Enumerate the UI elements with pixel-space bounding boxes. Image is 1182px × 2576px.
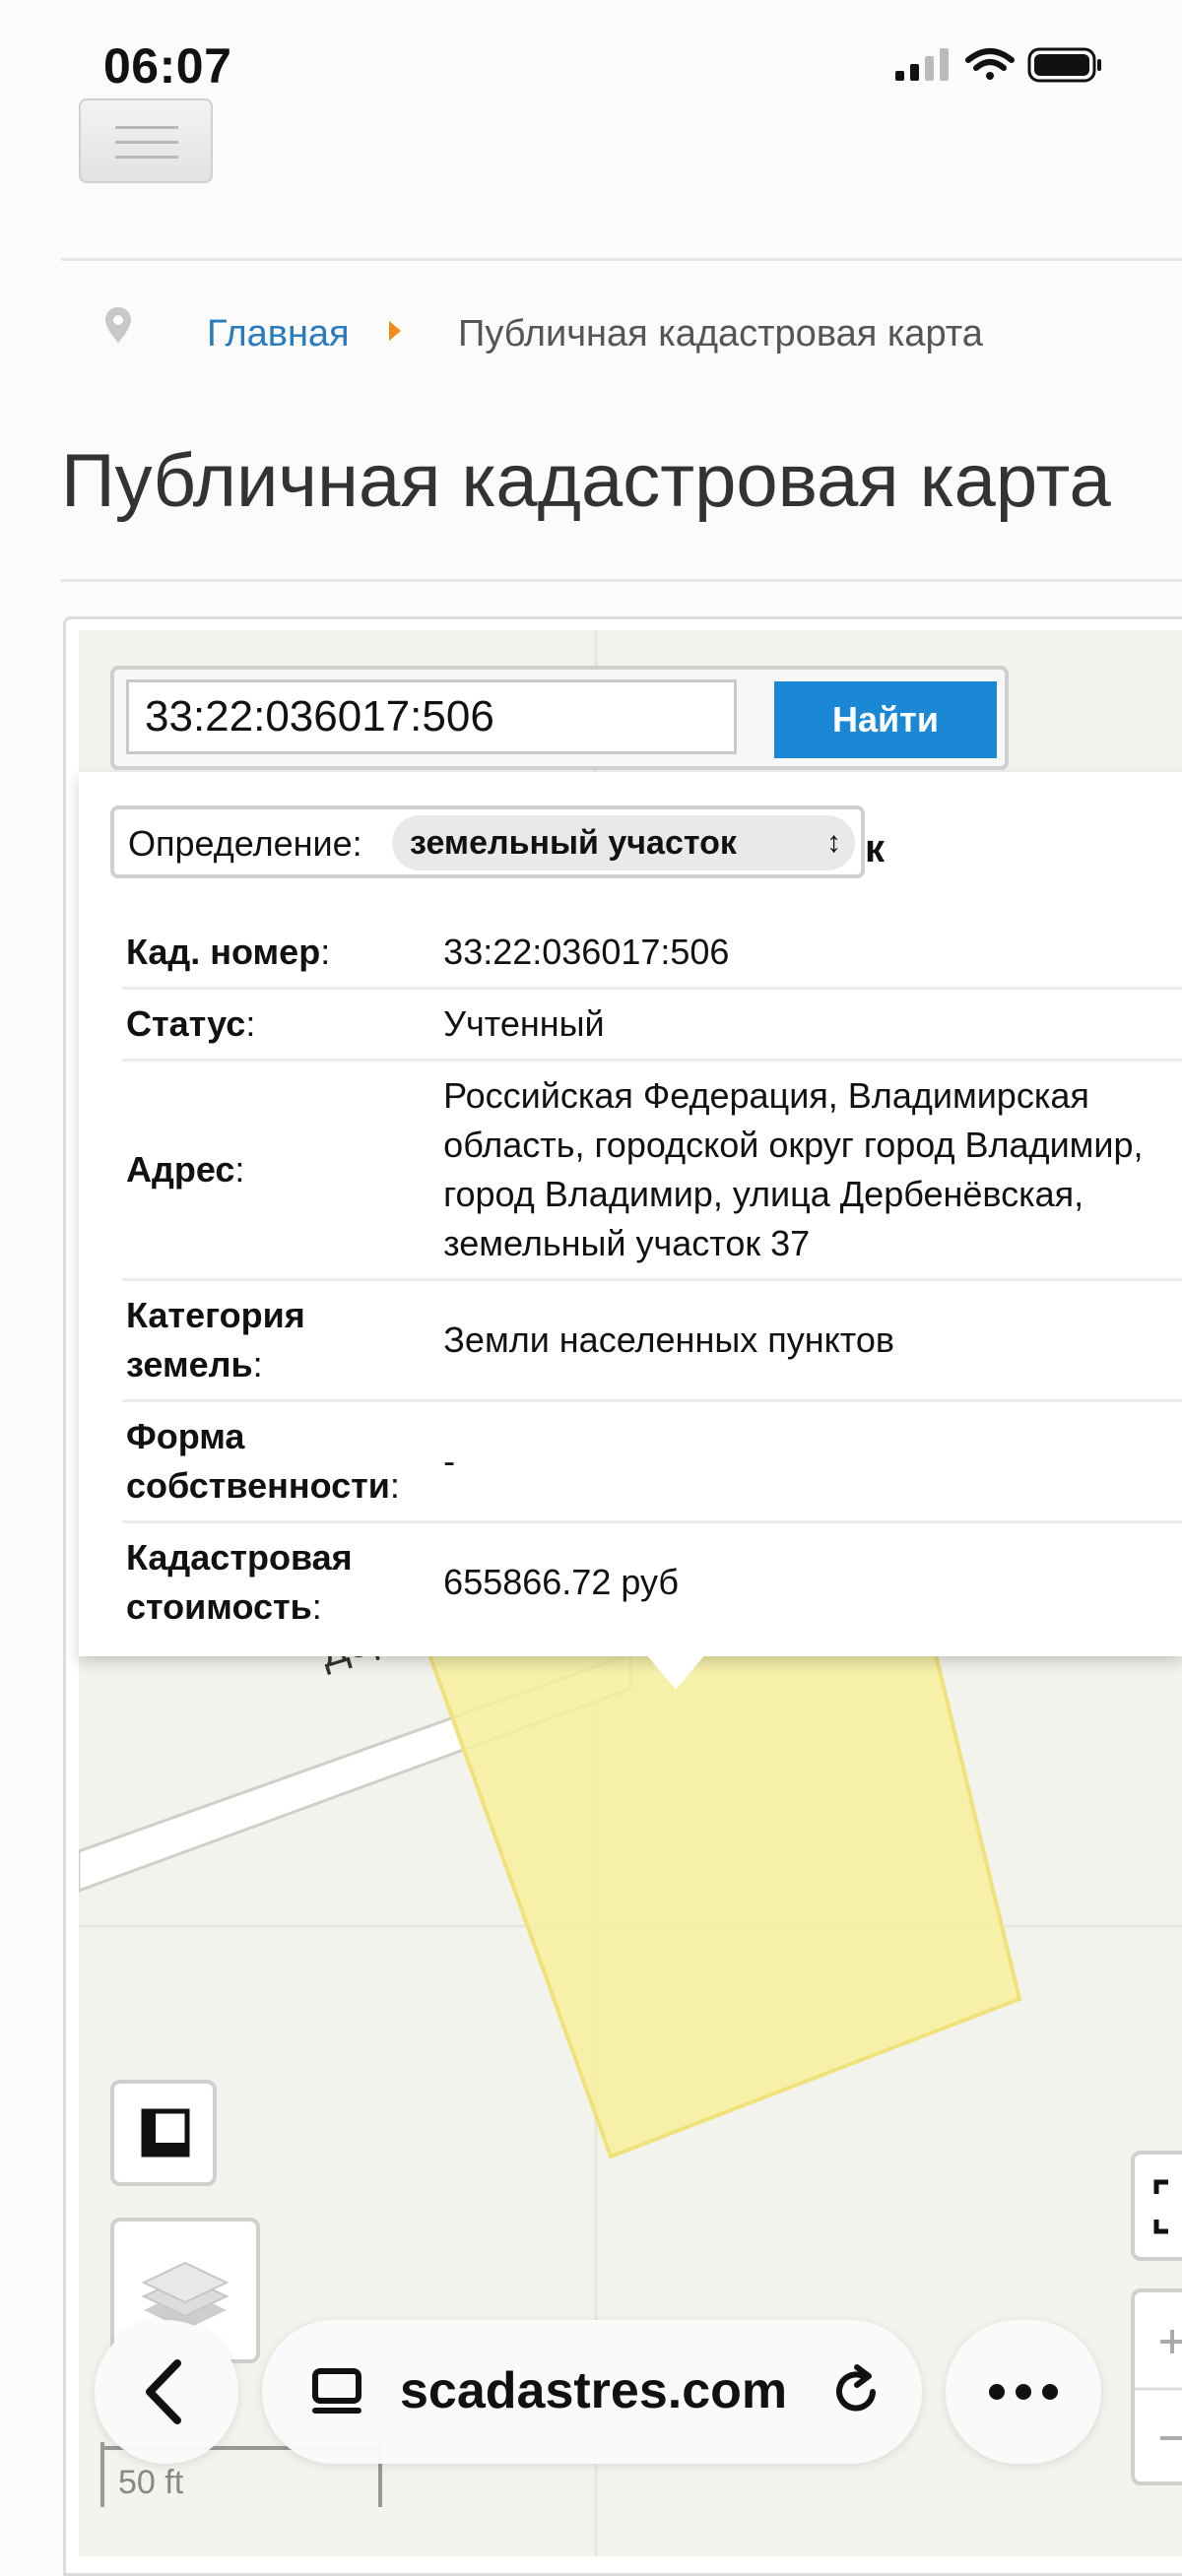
breadcrumb-home-link[interactable]: Главная: [207, 313, 350, 355]
table-row: Форма собственности: -: [122, 1400, 1182, 1523]
attr-key-address: Адрес: [126, 1149, 235, 1190]
fullscreen-icon: [1153, 2179, 1168, 2234]
breadcrumb-current: Публичная кадастровая карта: [458, 313, 983, 354]
table-row: Статус: Учтенный: [122, 988, 1182, 1062]
select-chevron-icon: ↕: [826, 826, 841, 859]
attr-key-cad-number: Кад. номер: [126, 932, 321, 972]
location-pin-icon: [105, 307, 131, 343]
table-row: Кад. номер: 33:22:036017:506: [122, 918, 1182, 990]
ruler-icon: [141, 2108, 190, 2157]
battery-icon: [1027, 47, 1101, 83]
definition-selector: Определение: земельный участок ↕: [110, 805, 865, 878]
breadcrumb-arrow-icon: [389, 321, 401, 341]
status-icons: [891, 45, 1108, 90]
back-button[interactable]: [95, 2320, 238, 2464]
attr-value-land-category: Земли населенных пунктов: [429, 1279, 1182, 1402]
table-row: Адрес: Российская Федерация, Владимирска…: [122, 1060, 1182, 1281]
popup-pointer: [646, 1654, 705, 1690]
header-divider: [61, 258, 1182, 261]
more-button[interactable]: [946, 2320, 1101, 2464]
attr-value-address: Российская Федерация, Владимирская облас…: [429, 1060, 1182, 1281]
ruler-button[interactable]: [110, 2080, 217, 2186]
zoom-control[interactable]: [1131, 2288, 1182, 2485]
table-row: Кадастровая стоимость: 655866.72 руб: [122, 1522, 1182, 1642]
attr-value-status: Учтенный: [429, 988, 1182, 1062]
wifi-icon: [965, 48, 1015, 80]
chevron-left-icon: [146, 2359, 181, 2424]
attr-key-ownership-form: Форма собственности: [126, 1416, 390, 1506]
status-time: 06:07: [103, 38, 232, 94]
breadcrumb: Главная Публичная кадастровая карта: [103, 305, 1182, 364]
zoom-in-icon: [1160, 2330, 1182, 2353]
definition-label: Определение:: [128, 823, 362, 864]
definition-select[interactable]: земельный участок ↕: [392, 815, 855, 870]
page-title: Публичная кадастровая карта: [61, 439, 1111, 523]
attr-value-cadastral-value: 655866.72 руб: [443, 1562, 679, 1602]
cellular-signal-icon: [895, 48, 949, 81]
title-divider: [61, 579, 1182, 582]
land-parcel: [427, 1652, 1022, 2159]
page-menu-icon: [312, 2368, 361, 2414]
fullscreen-button[interactable]: [1131, 2151, 1182, 2261]
ellipsis-icon: [989, 2384, 1058, 2400]
attr-key-land-category: Категория земель: [126, 1295, 305, 1385]
parcel-attributes-table: Кад. номер: 33:22:036017:506 Статус: Учт…: [122, 918, 1182, 1642]
url-text: scadastres.com: [400, 2362, 788, 2419]
search-panel: 33:22:036017:506 Найти: [110, 666, 1009, 770]
scale-label: 50 ft: [118, 2464, 184, 2501]
definition-selected-value: земельный участок: [410, 824, 737, 862]
popup-title-fragment: к: [865, 827, 886, 870]
table-row: Категория земель: Земли населенных пункт…: [122, 1279, 1182, 1402]
find-button[interactable]: Найти: [774, 681, 997, 758]
menu-button[interactable]: [79, 98, 213, 183]
attr-value-ownership-form: -: [429, 1400, 1182, 1523]
attr-value-cad-number: 33:22:036017:506: [429, 918, 1182, 990]
cadastral-search-input[interactable]: 33:22:036017:506: [126, 679, 737, 754]
attr-key-status: Статус: [126, 1003, 246, 1044]
reload-icon[interactable]: [823, 2359, 888, 2424]
url-bar[interactable]: scadastres.com: [262, 2320, 922, 2464]
